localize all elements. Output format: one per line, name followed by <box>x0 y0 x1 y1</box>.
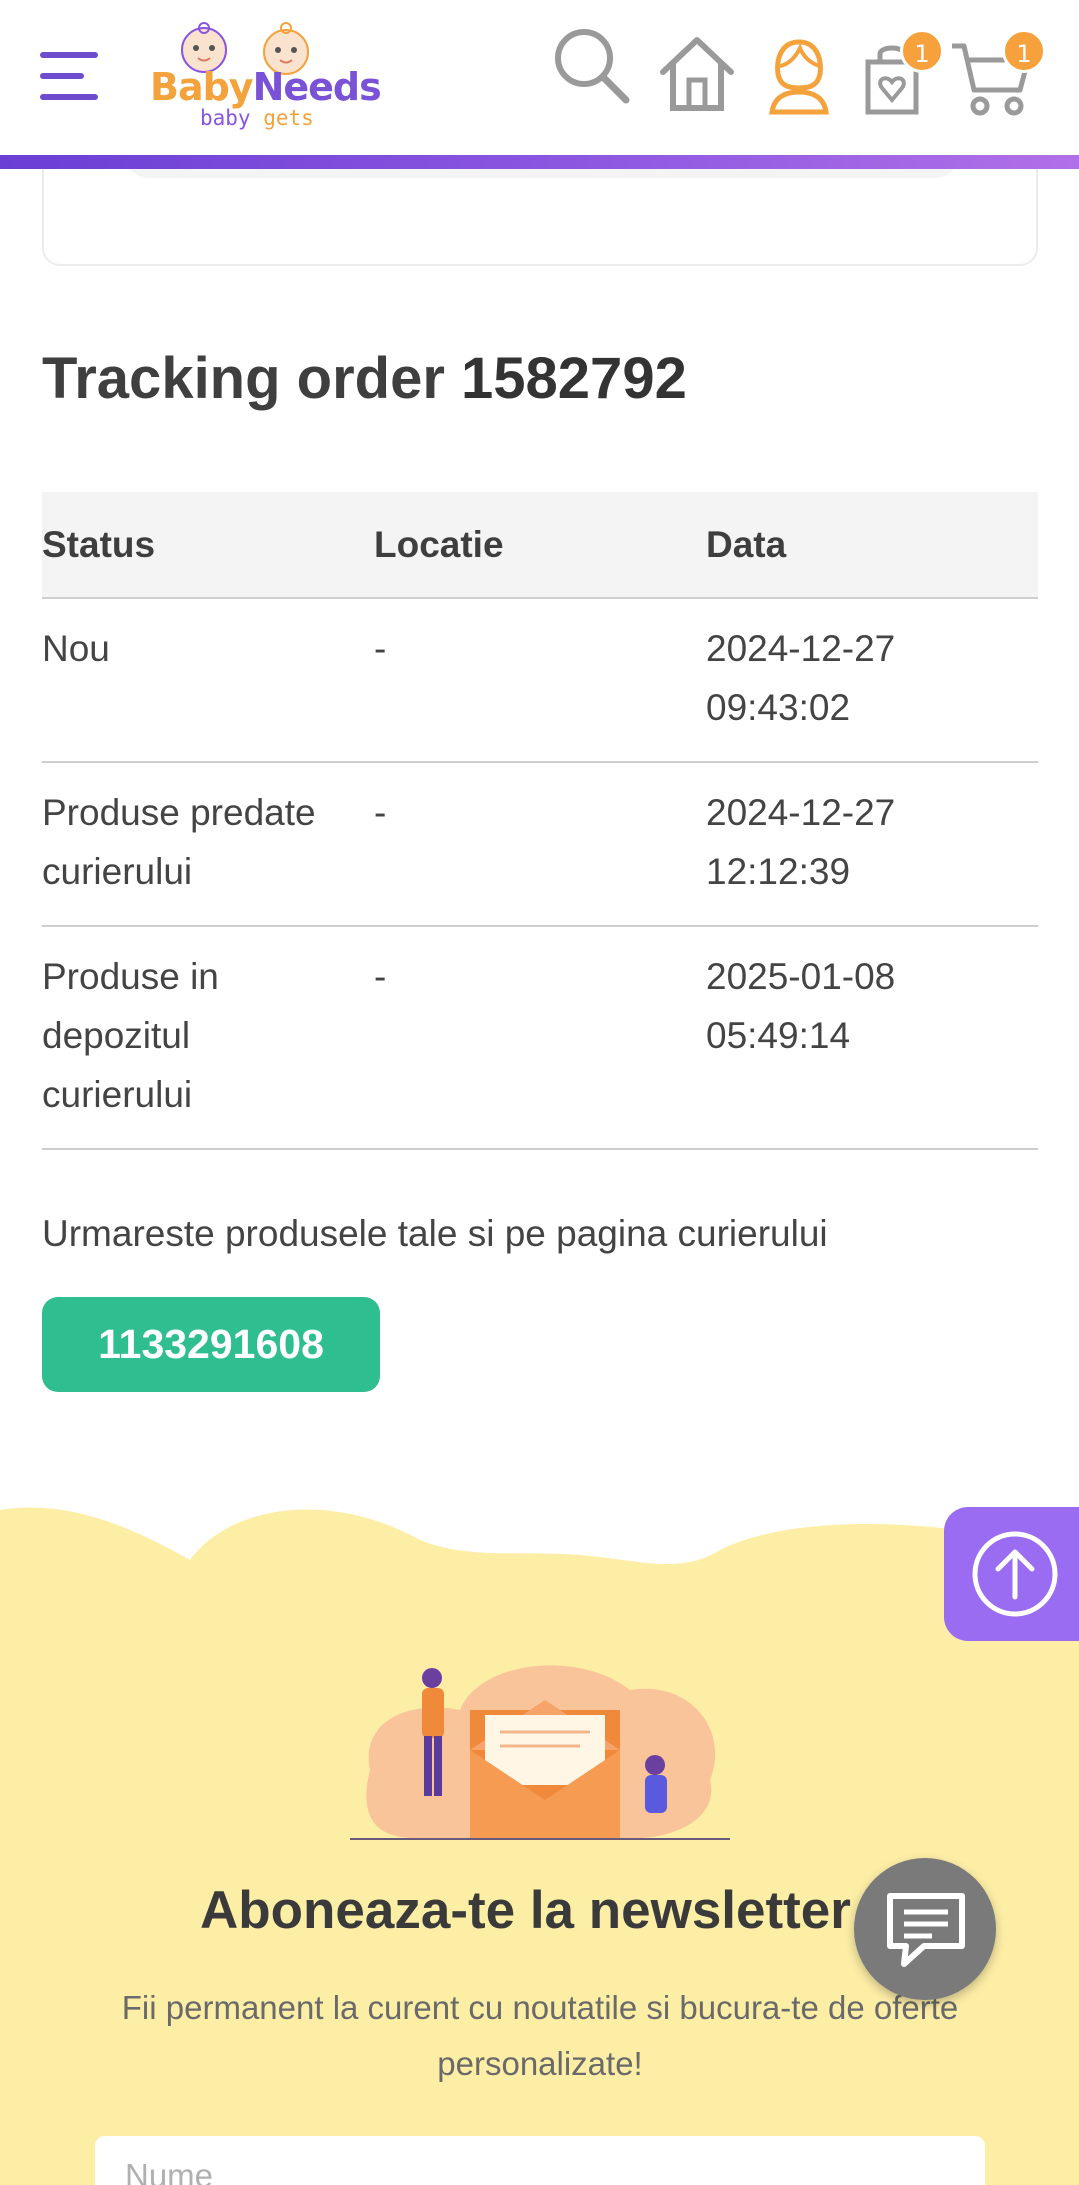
date-cell: 2024-12-27 09:43:02 <box>706 598 1038 763</box>
date-cell: 2025-01-08 05:49:14 <box>706 926 1038 1150</box>
table-header-row: Status Locatie Data <box>42 492 1038 599</box>
chat-icon <box>887 1893 965 1967</box>
arrow-up-icon <box>972 1531 1058 1617</box>
location-cell: - <box>374 598 706 763</box>
chat-button[interactable] <box>854 1858 996 2000</box>
status-cell: Nou <box>42 598 374 763</box>
newsletter-name-input[interactable] <box>95 2136 985 2185</box>
logo-tagline: baby gets <box>200 106 314 130</box>
header-accent-bar <box>0 155 1079 169</box>
awb-tracking-button[interactable]: 1133291608 <box>42 1297 380 1392</box>
column-header-date: Data <box>706 492 1038 599</box>
tracking-page: BabyNeeds baby gets 1 1 Tracking order 1… <box>0 0 1079 2185</box>
order-number: 1582792 <box>461 346 687 411</box>
cart-count-badge: 1 <box>1002 29 1046 73</box>
table-row: Produse predate curierului - 2024-12-27 12… <box>42 762 1038 927</box>
table-row: Produse in depozitul curierului - 2025-01-… <box>42 926 1038 1150</box>
column-header-location: Locatie <box>374 492 706 599</box>
scroll-to-top-button[interactable] <box>944 1507 1079 1641</box>
status-cell: Produse predate curierului <box>42 762 374 927</box>
table-row: Nou - 2024-12-27 09:43:02 <box>42 598 1038 763</box>
date-cell: 2024-12-27 12:12:39 <box>706 762 1038 927</box>
newsletter-title: Aboneaza-te la newsletter <box>200 1881 851 1940</box>
location-cell: - <box>374 926 706 1150</box>
location-cell: - <box>374 762 706 927</box>
logo-wordmark: BabyNeeds <box>150 65 382 109</box>
tracking-title: Tracking order 1582792 <box>42 346 687 411</box>
home-icon[interactable] <box>657 34 737 114</box>
site-logo[interactable]: BabyNeeds baby gets <box>148 18 382 138</box>
courier-follow-text: Urmareste produsele tale si pe pagina cu… <box>42 1213 828 1254</box>
wishlist-count-badge: 1 <box>900 29 944 73</box>
status-cell: Produse in depozitul curierului <box>42 926 374 1150</box>
menu-icon[interactable] <box>40 52 98 102</box>
account-icon[interactable] <box>766 36 832 116</box>
site-header: BabyNeeds baby gets 1 1 <box>0 0 1079 155</box>
tracking-table: Status Locatie Data Nou - 2024-12-27 09:4… <box>42 492 1038 1150</box>
newsletter-section: Aboneaza-te la newsletter Fii permanent … <box>0 1500 1079 2185</box>
newsletter-illustration <box>350 1665 730 1840</box>
search-icon[interactable] <box>552 26 632 106</box>
newsletter-subtitle: Fii permanent la curent cu noutatile si … <box>121 1989 959 2082</box>
column-header-status: Status <box>42 492 374 599</box>
